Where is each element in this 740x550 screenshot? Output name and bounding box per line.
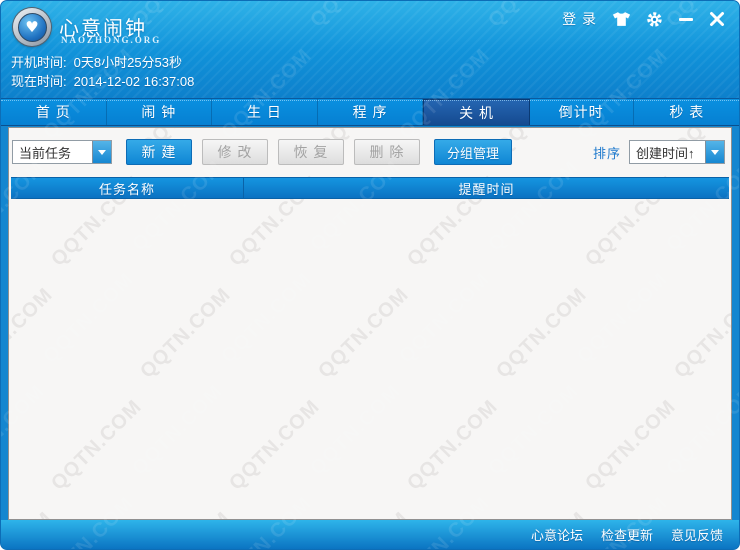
sort-controls: 排序 创建时间↑ xyxy=(593,140,725,164)
task-list-empty-area xyxy=(11,200,729,517)
delete-task-button[interactable]: 删 除 xyxy=(354,139,420,165)
group-manage-button[interactable]: 分组管理 xyxy=(434,139,512,165)
gear-icon[interactable] xyxy=(646,11,663,28)
sort-order-value: 创建时间↑ xyxy=(630,141,705,163)
footer-link-feedback[interactable]: 意见反馈 xyxy=(671,525,723,544)
sort-order-dropdown[interactable]: 创建时间↑ xyxy=(629,140,725,164)
task-filter-dropdown[interactable]: 当前任务 xyxy=(12,140,112,164)
current-time-line: 现在时间: 2014-12-02 16:37:08 xyxy=(11,72,194,91)
tab-program[interactable]: 程 序 xyxy=(318,99,424,125)
column-header-remind-time[interactable]: 提醒时间 xyxy=(244,178,729,198)
tab-bar: 首 页 闹 钟 生 日 程 序 关 机 倒计时 秒 表 xyxy=(1,98,739,126)
tab-shutdown[interactable]: 关 机 xyxy=(423,99,530,125)
task-filter-value: 当前任务 xyxy=(13,141,92,163)
logo-clock-face: ♥ xyxy=(18,13,47,42)
app-logo: ♥ xyxy=(13,8,51,46)
app-subtitle: NAOZHONG.ORG xyxy=(61,35,161,45)
uptime-line: 开机时间: 0天8小时25分53秒 xyxy=(11,53,194,72)
current-time-label: 现在时间: xyxy=(11,74,67,89)
tab-birthday[interactable]: 生 日 xyxy=(212,99,318,125)
task-filter-arrow-button[interactable] xyxy=(92,141,111,163)
chevron-down-icon xyxy=(98,150,106,159)
sort-order-arrow-button[interactable] xyxy=(705,141,724,163)
status-area: 开机时间: 0天8小时25分53秒 现在时间: 2014-12-02 16:37:0… xyxy=(11,53,194,91)
uptime-label: 开机时间: xyxy=(11,55,67,70)
tab-home[interactable]: 首 页 xyxy=(1,99,107,125)
tab-stopwatch[interactable]: 秒 表 xyxy=(634,99,739,125)
tab-countdown[interactable]: 倒计时 xyxy=(529,99,635,125)
login-button[interactable]: 登 录 xyxy=(562,9,597,29)
sort-label: 排序 xyxy=(593,143,621,162)
modify-task-button[interactable]: 修 改 xyxy=(202,139,268,165)
header: ♥ 心意闹钟 NAOZHONG.ORG 登 录 xyxy=(1,1,739,98)
footer-link-check-update[interactable]: 检查更新 xyxy=(601,525,653,544)
footer-link-forum[interactable]: 心意论坛 xyxy=(531,525,583,544)
chevron-down-icon xyxy=(711,150,719,159)
heart-icon: ♥ xyxy=(25,20,38,35)
content-panel: QQTN.COMQQTN.COMQQTN.COMQQTN.COMQQTN.COM… xyxy=(8,127,732,520)
footer: 心意论坛 检查更新 意见反馈 xyxy=(1,520,739,549)
titlebar-controls: 登 录 xyxy=(562,9,725,29)
tab-alarm[interactable]: 闹 钟 xyxy=(107,99,213,125)
new-task-button[interactable]: 新 建 xyxy=(126,139,192,165)
toolbar: 当前任务 新 建 修 改 恢 复 删 除 分组管理 排序 创建时间↑ xyxy=(12,139,725,165)
minimize-icon[interactable] xyxy=(678,11,694,27)
app-window: ♥ 心意闹钟 NAOZHONG.ORG 登 录 xyxy=(0,0,740,550)
restore-task-button[interactable]: 恢 复 xyxy=(278,139,344,165)
close-icon[interactable] xyxy=(709,11,725,27)
uptime-value: 0天8小时25分53秒 xyxy=(74,55,182,70)
skin-icon[interactable] xyxy=(612,11,631,27)
current-time-value: 2014-12-02 16:37:08 xyxy=(74,74,195,89)
column-header-task-name[interactable]: 任务名称 xyxy=(11,178,244,198)
task-table-header: 任务名称 提醒时间 xyxy=(11,177,729,199)
